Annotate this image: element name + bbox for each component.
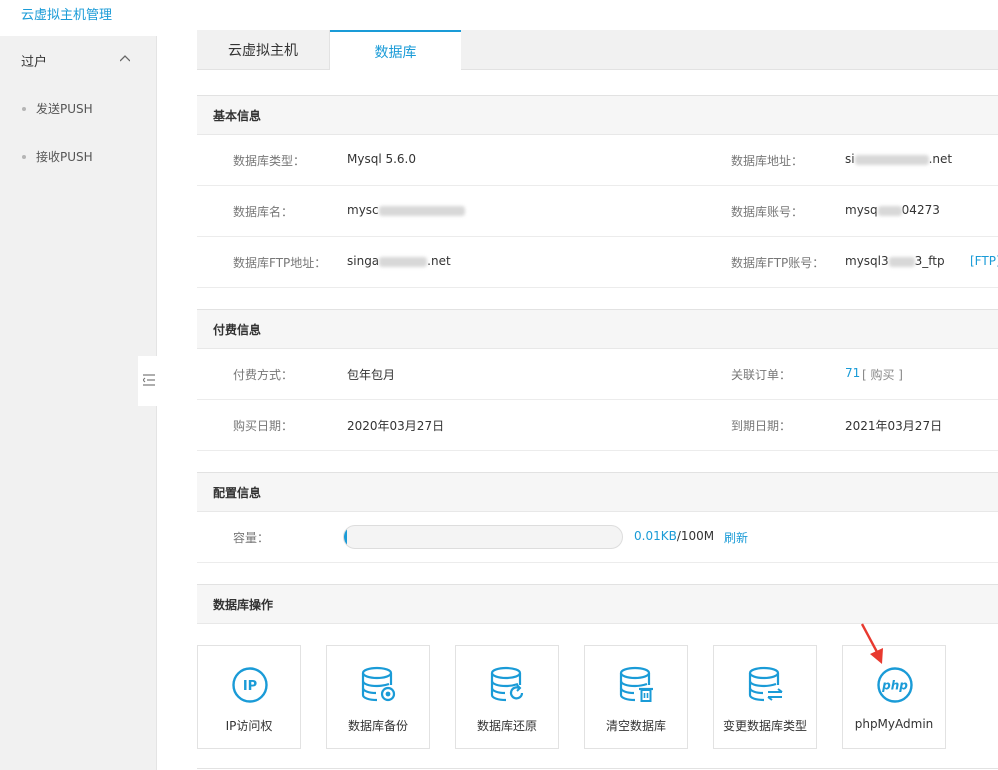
op-label: 清空数据库 xyxy=(605,719,666,733)
op-label: 变更数据库类型 xyxy=(722,719,807,733)
section-config-info: 配置信息 xyxy=(197,472,998,512)
capacity-used: 0.01KB xyxy=(634,529,677,543)
redacted-block xyxy=(378,205,465,216)
php-icon-text: php xyxy=(881,679,908,693)
section-basic-info: 基本信息 xyxy=(197,95,998,135)
redacted-block xyxy=(379,256,428,267)
ip-icon-text: IP xyxy=(243,679,257,694)
tab-virtual-host[interactable]: 云虚拟主机 xyxy=(197,30,330,70)
op-ip-access-button[interactable]: IP IP访问权 xyxy=(197,645,301,749)
ftp-account-value: mysql3 3_ftp xyxy=(845,254,945,268)
order-link[interactable]: 71 xyxy=(845,366,860,380)
database-clear-icon xyxy=(619,666,653,702)
database-change-type-icon xyxy=(748,666,783,702)
db-address-prefix: si xyxy=(845,152,855,166)
expire-date-value: 2021年03月27日 xyxy=(845,419,943,433)
db-name-value: mysc xyxy=(347,203,465,217)
op-label: 数据库备份 xyxy=(347,719,408,733)
php-icon: php xyxy=(877,667,913,703)
op-db-backup-button[interactable]: 数据库备份 xyxy=(326,645,430,749)
order-label: 关联订单： xyxy=(731,368,792,382)
db-address-label: 数据库地址： xyxy=(731,154,804,168)
collapse-menu-icon xyxy=(143,374,155,386)
bullet-icon xyxy=(22,154,26,159)
row-pay-method: 付费方式： 包年包月 关联订单： 71 [ 购买 ] xyxy=(197,349,998,400)
db-account-suffix: 04273 xyxy=(901,203,940,217)
row-dates: 购买日期： 2020年03月27日 到期日期： 2021年03月27日 xyxy=(197,400,998,451)
sidebar-group-transfer[interactable]: 过户 xyxy=(21,51,47,70)
pay-method-label: 付费方式： xyxy=(233,368,294,382)
ftp-account-suffix: 3_ftp xyxy=(914,254,945,268)
sidebar-item-receive-push[interactable]: 接收PUSH xyxy=(22,148,93,165)
refresh-link[interactable]: 刷新 xyxy=(724,529,748,546)
db-address-suffix: .net xyxy=(928,152,953,166)
ip-icon: IP xyxy=(232,667,268,703)
buy-button[interactable]: [ 购买 ] xyxy=(862,366,903,383)
capacity-total: /100M xyxy=(676,529,715,543)
pay-method-value: 包年包月 xyxy=(347,368,396,382)
db-type-label: 数据库类型： xyxy=(233,154,306,168)
ftp-account-prefix: mysql3 xyxy=(845,254,889,268)
row-capacity: 容量： 0.01KB/100M 刷新 xyxy=(197,512,998,563)
op-label: IP访问权 xyxy=(225,719,273,733)
capacity-value: 0.01KB/100M xyxy=(634,529,714,543)
sidebar-item-label: 接收PUSH xyxy=(36,150,93,164)
row-ftp: 数据库FTP地址： singa .net 数据库FTP账号： mysql3 3_ft… xyxy=(197,237,998,288)
sidebar: 过户 发送PUSH 接收PUSH xyxy=(0,36,157,770)
db-name-label: 数据库名： xyxy=(233,205,294,219)
database-backup-icon xyxy=(361,666,396,702)
capacity-progress-bar xyxy=(343,525,623,549)
redacted-block xyxy=(877,205,902,216)
row-db-name: 数据库名： mysc 数据库账号： mysq 04273 xyxy=(197,186,998,237)
section-billing-info: 付费信息 xyxy=(197,309,998,349)
row-db-type: 数据库类型： Mysql 5.6.0 数据库地址： si .net xyxy=(197,135,998,186)
sidebar-item-label: 发送PUSH xyxy=(36,102,93,116)
op-db-clear-button[interactable]: 清空数据库 xyxy=(584,645,688,749)
buy-date-label: 购买日期： xyxy=(233,419,294,433)
db-account-prefix: mysq xyxy=(845,203,878,217)
ftp-address-label: 数据库FTP地址： xyxy=(233,256,327,270)
expire-date-label: 到期日期： xyxy=(731,419,792,433)
db-name-prefix: mysc xyxy=(347,203,379,217)
chevron-up-icon[interactable] xyxy=(120,54,130,64)
redacted-block xyxy=(854,154,929,165)
db-account-label: 数据库账号： xyxy=(731,205,804,219)
ftp-address-value: singa .net xyxy=(347,254,451,268)
ftp-account-label: 数据库FTP账号： xyxy=(731,256,825,270)
op-db-change-type-button[interactable]: 变更数据库类型 xyxy=(713,645,817,749)
redacted-block xyxy=(888,256,915,267)
db-type-value: Mysql 5.6.0 xyxy=(347,152,417,166)
ftp-link[interactable]: [FTP] xyxy=(970,254,998,268)
db-account-value: mysq 04273 xyxy=(845,203,940,217)
bottom-divider xyxy=(197,768,998,769)
ftp-address-prefix: singa xyxy=(347,254,380,268)
op-db-restore-button[interactable]: 数据库还原 xyxy=(455,645,559,749)
red-arrow-icon xyxy=(860,623,883,664)
sidebar-collapse-button[interactable] xyxy=(138,356,157,406)
db-address-value: si .net xyxy=(845,152,952,166)
capacity-label: 容量： xyxy=(233,531,270,545)
op-label: 数据库还原 xyxy=(476,719,537,733)
bullet-icon xyxy=(22,106,26,111)
tab-database[interactable]: 数据库 xyxy=(330,30,461,71)
app-title-bar: 云虚拟主机管理 xyxy=(0,0,157,36)
section-db-operations: 数据库操作 xyxy=(197,584,998,624)
app-title: 云虚拟主机管理 xyxy=(21,8,113,23)
ftp-address-suffix: .net xyxy=(427,254,451,268)
database-restore-icon xyxy=(490,666,524,702)
op-label: phpMyAdmin xyxy=(854,717,934,731)
sidebar-item-send-push[interactable]: 发送PUSH xyxy=(22,100,93,117)
buy-date-value: 2020年03月27日 xyxy=(347,419,445,433)
tab-bar: 云虚拟主机 数据库 xyxy=(197,30,998,71)
capacity-progress-fill xyxy=(344,526,347,548)
